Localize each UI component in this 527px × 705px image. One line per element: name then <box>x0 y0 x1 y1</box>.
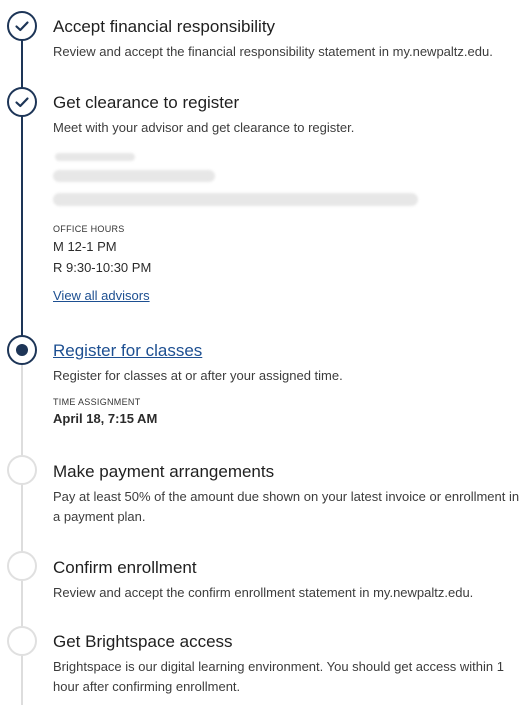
time-assignment-value: April 18, 7:15 AM <box>53 411 158 426</box>
pending-step-circle-icon <box>7 455 37 485</box>
redacted-advisor-label <box>55 153 135 161</box>
step-description: Register for classes at or after your as… <box>53 368 343 383</box>
step-confirm-enrollment: Confirm enrollment Review and accept the… <box>53 557 521 603</box>
step-title: Get clearance to register <box>53 93 240 112</box>
step-register-for-classes: Register for classes Register for classe… <box>53 340 521 386</box>
step-title: Confirm enrollment <box>53 558 197 577</box>
step-title: Accept financial responsibility <box>53 17 276 36</box>
step-description: Review and accept the financial responsi… <box>53 44 493 59</box>
register-for-classes-link[interactable]: Register for classes <box>53 340 521 362</box>
office-hours-thursday: R 9:30-10:30 PM <box>53 260 152 275</box>
step-title: Get Brightspace access <box>53 632 233 651</box>
current-step-dot-icon <box>7 335 37 365</box>
redacted-advisor-contact <box>53 193 418 206</box>
registration-checklist: Accept financial responsibility Review a… <box>0 0 527 705</box>
view-all-advisors-link[interactable]: View all advisors <box>53 288 150 303</box>
step-accept-financial-responsibility: Accept financial responsibility Review a… <box>53 16 521 62</box>
progress-rail-complete <box>21 30 23 350</box>
step-get-brightspace-access: Get Brightspace access Brightspace is ou… <box>53 631 521 697</box>
office-hours-label: OFFICE HOURS <box>53 224 125 234</box>
office-hours-monday: M 12-1 PM <box>53 239 117 254</box>
step-description: Meet with your advisor and get clearance… <box>53 120 355 135</box>
step-make-payment-arrangements: Make payment arrangements Pay at least 5… <box>53 461 521 527</box>
pending-step-circle-icon <box>7 551 37 581</box>
checkmark-circle-icon <box>7 87 37 117</box>
step-description: Brightspace is our digital learning envi… <box>53 659 504 694</box>
redacted-advisor-name <box>53 170 215 182</box>
checkmark-circle-icon <box>7 11 37 41</box>
step-description: Pay at least 50% of the amount due shown… <box>53 489 520 524</box>
pending-step-circle-icon <box>7 626 37 656</box>
step-title: Make payment arrangements <box>53 462 275 481</box>
time-assignment-label: TIME ASSIGNMENT <box>53 397 141 407</box>
step-description: Review and accept the confirm enrollment… <box>53 585 474 600</box>
step-get-clearance: Get clearance to register Meet with your… <box>53 92 521 138</box>
